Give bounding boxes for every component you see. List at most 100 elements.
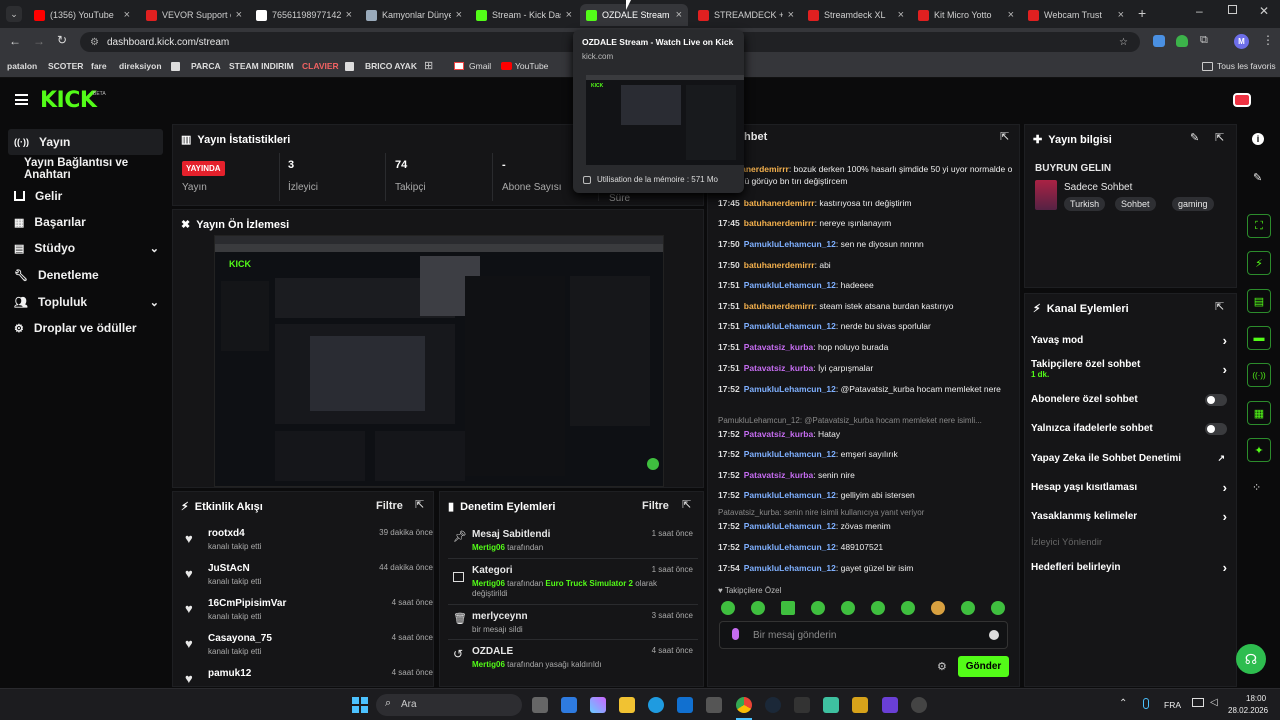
activity-user[interactable]: pamuk12 — [208, 668, 251, 679]
mod-actor[interactable]: Mertig06 — [472, 579, 505, 588]
bolt-icon[interactable]: ⚡︎ — [1247, 251, 1271, 275]
browser-tab[interactable]: Streamdeck XL × — [802, 4, 910, 26]
emote-icon[interactable] — [961, 601, 975, 615]
activity-user[interactable]: rootxd4 — [208, 528, 245, 539]
support-icon[interactable]: ☊ — [1236, 644, 1266, 674]
browser-tab[interactable]: Kamyonlar Dünye × — [360, 4, 468, 26]
kick-logo[interactable]: KICK — [40, 88, 97, 113]
tray-chevron-icon[interactable]: ⌃ — [1119, 698, 1127, 709]
app-icon[interactable] — [823, 697, 839, 713]
chat-username[interactable]: batuhanerdemirrr — [744, 198, 815, 208]
activity-user[interactable]: Casayona_75 — [208, 633, 272, 644]
menu-dots-icon[interactable]: ⋮ — [1262, 33, 1274, 47]
broadcast-icon[interactable]: ((·)) — [1247, 363, 1271, 387]
expand-icon[interactable]: ⇱ — [1215, 300, 1224, 313]
chat-input[interactable]: Bir mesaj gönderin — [719, 621, 1008, 649]
action-ai-moderation[interactable]: Yapay Zeka ile Sohbet Denetimi ↗ — [1031, 453, 1227, 464]
close-tab-icon[interactable]: × — [1118, 9, 1124, 21]
outlook-icon[interactable] — [677, 697, 693, 713]
app-icon[interactable] — [911, 697, 927, 713]
fullscreen-icon[interactable]: ⛶ — [1247, 214, 1271, 238]
mod-actor[interactable]: Mertig06 — [472, 660, 505, 669]
sidebar-item-gelir[interactable]: Gelir — [8, 183, 163, 209]
users-icon[interactable]: ⁘ — [1252, 481, 1261, 494]
emoji-icon[interactable] — [989, 630, 999, 640]
avatar[interactable]: M — [1234, 34, 1249, 49]
explorer-icon[interactable] — [619, 697, 635, 713]
new-tab-button[interactable]: + — [1138, 5, 1146, 21]
chat-username[interactable]: Patavatsiz_kurba — [744, 342, 813, 352]
bookmark-item[interactable]: fare — [91, 61, 107, 71]
app-icon[interactable] — [794, 697, 810, 713]
sidebar-item-studyo[interactable]: ▤ Stüdyo ⌄ — [8, 235, 163, 261]
microphone-icon[interactable] — [1143, 698, 1149, 709]
document-icon[interactable]: ▤ — [1247, 289, 1271, 313]
taskbar-search[interactable]: ⌕ Ara — [376, 694, 522, 716]
chat-username[interactable]: PamukluLehamcun_12 — [744, 321, 836, 331]
emote-icon[interactable] — [841, 601, 855, 615]
sidebar-item-yayin[interactable]: ((·)) Yayın — [8, 129, 163, 155]
forward-icon[interactable]: → — [33, 34, 45, 48]
chat-username[interactable]: batuhanerdemirrr — [744, 301, 815, 311]
chat-username[interactable]: PamukluLehamcun_12 — [744, 542, 836, 552]
browser-tab[interactable]: Kit Micro Yotto × — [912, 4, 1020, 26]
chat-username[interactable]: PamukluLehamcun_12 — [744, 449, 836, 459]
chat-username[interactable]: PamukluLehamcun_12 — [744, 490, 836, 500]
chat-username[interactable]: PamukluLehamcun_12 — [744, 563, 836, 573]
sidebar-item-denetleme[interactable]: 🔧︎ Denetleme — [8, 262, 163, 288]
chat-username[interactable]: PamukluLehamcun_12 — [744, 521, 836, 531]
emote-icon[interactable] — [901, 601, 915, 615]
browser-tab[interactable]: (1356) YouTube × — [28, 4, 136, 26]
edit-icon[interactable]: ✎ — [1190, 131, 1199, 144]
chat-username[interactable]: batuhanerdemirrr — [744, 260, 815, 270]
sidebar-item-droplar[interactable]: ⚙ Droplar ve ödüller — [8, 315, 163, 341]
clock-date[interactable]: 28.02.2026 — [1228, 706, 1268, 715]
action-followers-only[interactable]: Takipçilere özel sohbet 1 dk. › — [1031, 359, 1227, 379]
avatar[interactable] — [1233, 93, 1251, 107]
sidebar-item-stream-key[interactable]: Yayın Bağlantısı ve Anahtarı — [18, 156, 173, 182]
app-icon[interactable] — [706, 697, 722, 713]
network-icon[interactable] — [1192, 698, 1204, 707]
close-tab-icon[interactable]: × — [456, 9, 462, 21]
emote-icon[interactable] — [781, 601, 795, 615]
volume-icon[interactable]: ◁ — [1210, 697, 1218, 708]
filter-button[interactable]: Filtre — [376, 500, 403, 512]
chat-username[interactable]: Patavatsiz_kurba — [744, 470, 813, 480]
reload-icon[interactable]: ↻ — [57, 33, 67, 47]
action-emotes-only[interactable]: Yalnızca ifadelerle sohbet — [1031, 423, 1227, 435]
close-tab-icon[interactable]: × — [898, 9, 904, 21]
action-goals[interactable]: Hedefleri belirleyin › — [1031, 560, 1227, 575]
browser-tab[interactable]: STREAMDECK + Re × — [692, 4, 800, 26]
bookmark-youtube[interactable]: YouTube — [515, 61, 548, 71]
minimize-button[interactable]: – — [1196, 4, 1203, 18]
puzzle-icon[interactable]: ⧉ — [1200, 34, 1208, 47]
wrench-icon[interactable]: ✦ — [1247, 438, 1271, 462]
tag-chip[interactable]: gaming — [1172, 197, 1214, 211]
bookmark-item[interactable]: SCOTER — [48, 61, 83, 71]
emote-icon[interactable] — [811, 601, 825, 615]
maximize-button[interactable] — [1228, 5, 1237, 14]
action-banned-words[interactable]: Yasaklanmış kelimeler › — [1031, 509, 1227, 524]
tag-chip[interactable]: Sohbet — [1115, 197, 1156, 211]
edge-icon[interactable] — [648, 697, 664, 713]
browser-tab[interactable]: VEVOR Support o × — [140, 4, 248, 26]
menu-icon[interactable] — [15, 94, 28, 105]
steam-icon[interactable] — [765, 697, 781, 713]
taskview-icon[interactable] — [532, 697, 548, 713]
action-slow-mode[interactable]: Yavaş mod › — [1031, 333, 1227, 348]
close-tab-icon[interactable]: × — [124, 9, 130, 21]
emote-icon[interactable] — [871, 601, 885, 615]
site-info-icon[interactable]: ⚙ — [90, 37, 99, 48]
send-button[interactable]: Gönder — [958, 656, 1009, 677]
browser-tab[interactable]: Webcam Trust × — [1022, 4, 1130, 26]
clock-time[interactable]: 18:00 — [1246, 694, 1266, 703]
bookmark-item[interactable]: PARCA — [191, 61, 221, 71]
chat-username[interactable]: Patavatsiz_kurba — [744, 429, 813, 439]
chat-bubble-icon[interactable]: ▬ — [1247, 326, 1271, 350]
emote-icon[interactable] — [991, 601, 1005, 615]
close-tab-icon[interactable]: × — [346, 9, 352, 21]
app-icon[interactable] — [882, 697, 898, 713]
emote-icon[interactable] — [931, 601, 945, 615]
mod-actor[interactable]: Mertig06 — [472, 543, 505, 552]
store-icon[interactable] — [561, 697, 577, 713]
